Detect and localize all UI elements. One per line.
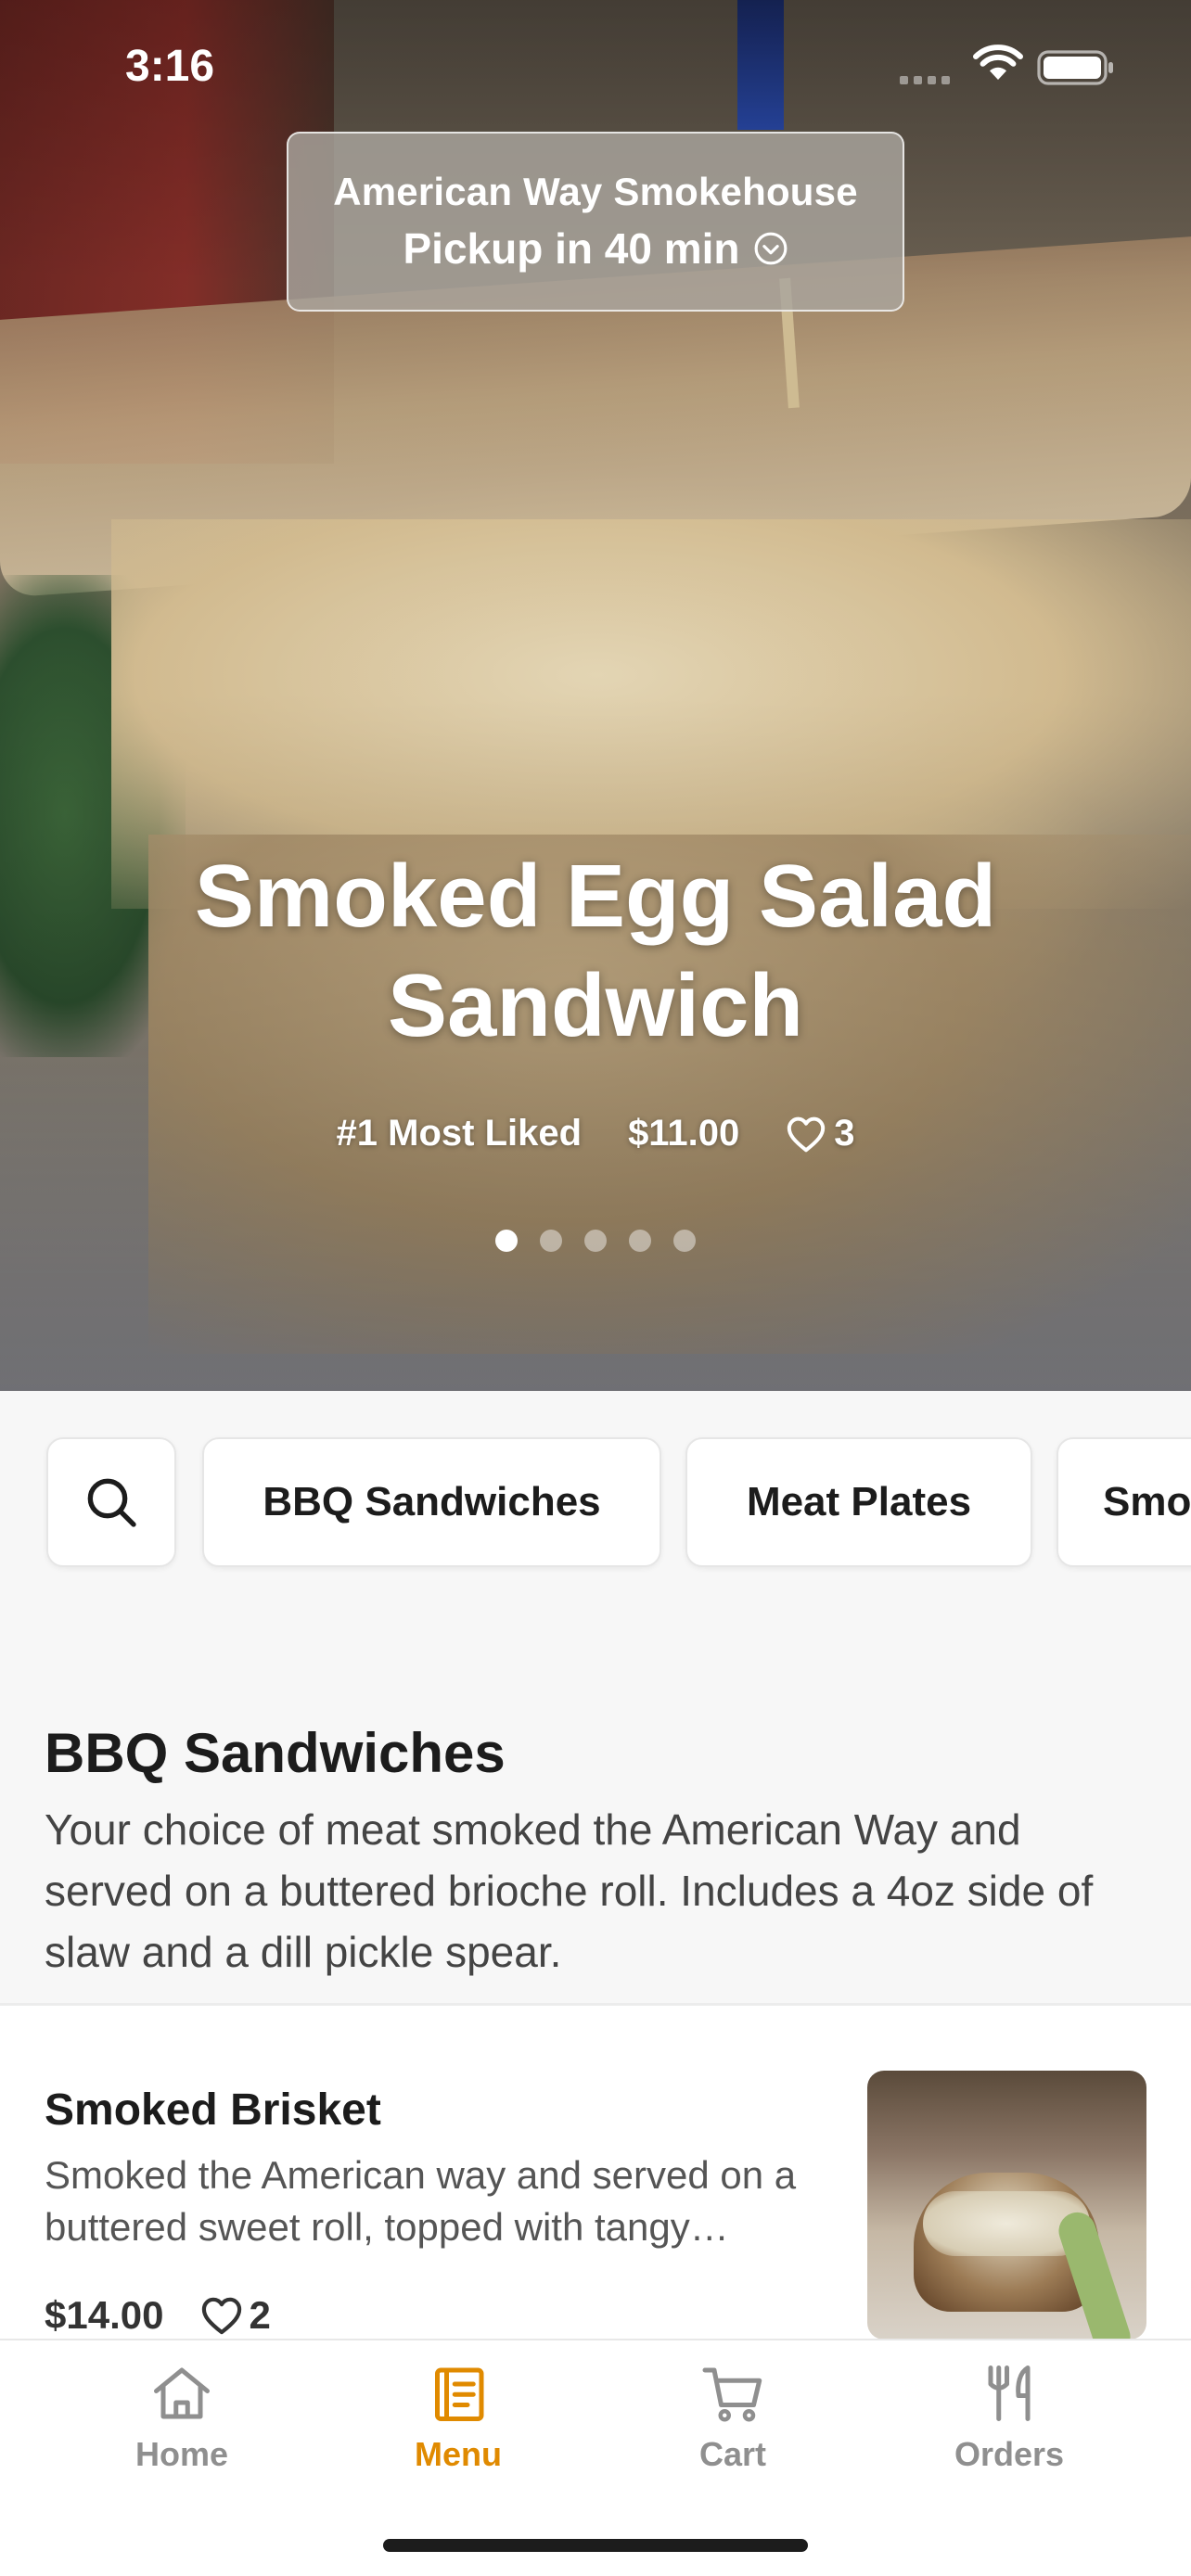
category-pill-smo[interactable]: Smo [1057, 1437, 1191, 1567]
chevron-down-circle-icon [754, 232, 787, 265]
menu-item-meta: $14.00 2 [45, 2293, 271, 2338]
tab-menu[interactable]: Menu [321, 2340, 596, 2526]
search-icon [87, 1478, 136, 1527]
section-description: Your choice of meat smoked the American … [45, 1805, 1094, 1976]
cart-icon [702, 2367, 762, 2422]
tab-cart-label: Cart [698, 2435, 767, 2473]
tab-home[interactable]: Home [45, 2340, 319, 2526]
category-pill-bbq-sandwiches[interactable]: BBQ Sandwiches [202, 1437, 661, 1567]
category-pill-meat-plates[interactable]: Meat Plates [685, 1437, 1032, 1567]
hero-title: Smoked Egg Salad Sandwich [194, 847, 997, 1055]
menu-item-description: Smoked the American way and served on a … [45, 2153, 797, 2249]
restaurant-name: American Way Smokehouse [333, 170, 858, 213]
section-title: BBQ Sandwiches [45, 1722, 506, 1784]
menu-item-image [867, 2071, 1146, 2340]
carousel-dot[interactable] [495, 1230, 518, 1252]
carousel-dot[interactable] [629, 1230, 651, 1252]
pickup-location-selector[interactable]: American Way Smokehouse Pickup in 40 min [287, 132, 904, 312]
menu-item-likes-count: 2 [249, 2293, 271, 2337]
tab-home-label: Home [134, 2435, 229, 2473]
status-time: 3:16 [125, 42, 215, 91]
tab-menu-label: Menu [415, 2435, 502, 2473]
carousel-dot[interactable] [584, 1230, 607, 1252]
search-button[interactable] [46, 1437, 176, 1567]
carousel-dots[interactable] [0, 1230, 1191, 1252]
menu-item-card[interactable]: Smoked Brisket Smoked the American way a… [0, 2006, 1191, 2340]
category-bar[interactable]: BBQ Sandwiches Meat Plates Smo [0, 1437, 1191, 1567]
menu-item-price: $14.00 [45, 2293, 164, 2337]
pickup-time: Pickup in 40 min [403, 223, 788, 274]
menu-item-likes: 2 [200, 2293, 271, 2338]
tab-cart[interactable]: Cart [596, 2340, 870, 2526]
house-icon [154, 2367, 210, 2419]
hero-likes: 3 [786, 1113, 854, 1154]
most-liked-badge: #1 Most Liked [336, 1113, 583, 1154]
menu-item-name: Smoked Brisket [45, 2085, 381, 2135]
wifi-icon [973, 45, 1023, 80]
cellular-signal-icon [900, 76, 950, 84]
hero-meta: #1 Most Liked $11.00 3 [0, 1113, 1191, 1154]
heart-icon [788, 1116, 826, 1152]
app-screen: Smoked Egg Salad Sandwich #1 Most Liked … [0, 0, 1191, 2576]
menu-icon [435, 2367, 484, 2421]
battery-icon [1037, 50, 1113, 85]
carousel-dot[interactable] [673, 1230, 696, 1252]
carousel-dot[interactable] [540, 1230, 562, 1252]
hero-likes-count: 3 [834, 1113, 855, 1154]
heart-icon [202, 2297, 242, 2335]
fork-knife-icon [988, 2366, 1031, 2421]
tab-orders[interactable]: Orders [872, 2340, 1146, 2526]
hero-price: $11.00 [628, 1113, 740, 1154]
tab-orders-label: Orders [954, 2435, 1065, 2473]
home-indicator[interactable] [383, 2539, 808, 2552]
pickup-time-label: Pickup in 40 min [403, 224, 740, 273]
